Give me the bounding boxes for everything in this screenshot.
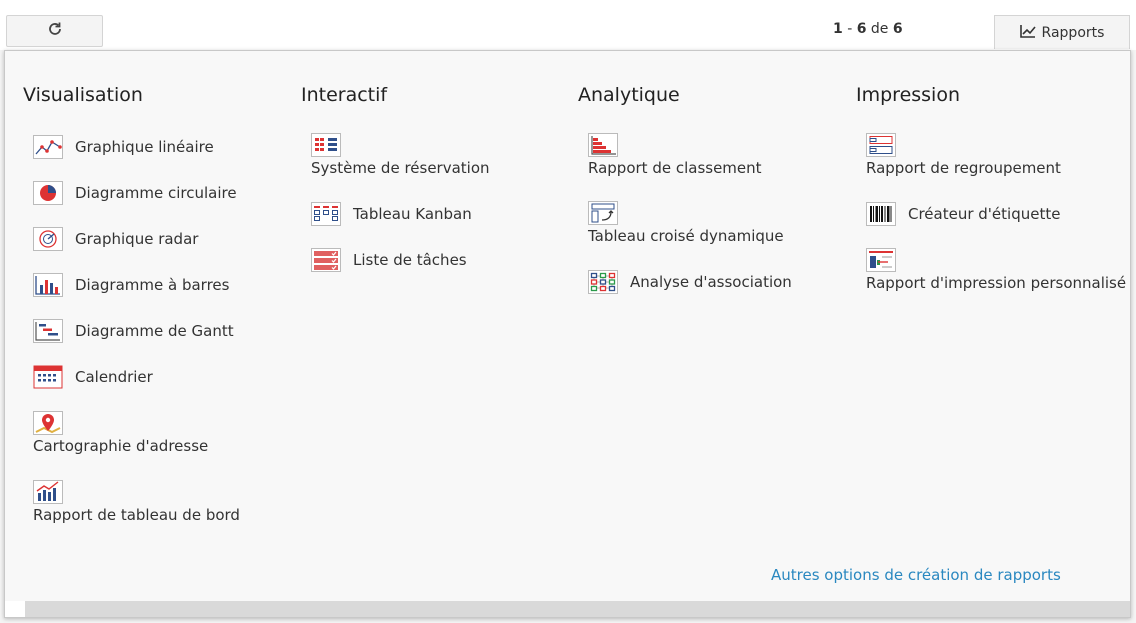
- pager-start: 1: [833, 21, 843, 37]
- menu-item-pie-chart[interactable]: Diagramme circulaire: [33, 181, 237, 205]
- radar-chart-icon: [33, 227, 63, 251]
- calendar-icon: [33, 365, 63, 389]
- menu-item-label: Diagramme circulaire: [75, 184, 237, 202]
- reports-button-label: Rapports: [1041, 24, 1105, 41]
- pager-de: de: [870, 21, 889, 37]
- menu-item-label: Graphique radar: [75, 230, 199, 248]
- menu-item-ranking-report[interactable]: Rapport de classement: [588, 133, 762, 177]
- panel-footer-corner: [5, 601, 25, 617]
- menu-item-line-chart[interactable]: Graphique linéaire: [33, 135, 214, 159]
- menu-item-address-mapping[interactable]: Cartographie d'adresse: [33, 411, 208, 455]
- line-chart-icon: [1019, 24, 1036, 42]
- kanban-icon: [311, 202, 341, 226]
- pivot-table-icon: [588, 201, 618, 225]
- menu-item-custom-print-report[interactable]: Rapport d'impression personnalisé: [866, 248, 1126, 292]
- line-chart-icon: [33, 135, 63, 159]
- menu-item-label: Tableau croisé dynamique: [588, 227, 784, 245]
- map-pin-icon: [33, 411, 63, 435]
- menu-item-label: Graphique linéaire: [75, 138, 214, 156]
- menu-item-label: Diagramme de Gantt: [75, 322, 234, 340]
- menu-item-label: Rapport de classement: [588, 159, 762, 177]
- pie-chart-icon: [33, 181, 63, 205]
- pagination-info: 1 - 6 de 6: [833, 21, 903, 37]
- menu-item-kanban-board[interactable]: Tableau Kanban: [311, 202, 472, 226]
- menu-item-task-list[interactable]: Liste de tâches: [311, 248, 467, 272]
- barcode-icon: [866, 202, 896, 226]
- custom-print-icon: [866, 248, 896, 272]
- visualisation-title: Visualisation: [23, 84, 143, 106]
- menu-item-label: Calendrier: [75, 368, 153, 386]
- refresh-button[interactable]: [6, 15, 103, 47]
- menu-item-pivot-table[interactable]: Tableau croisé dynamique: [588, 201, 784, 245]
- refresh-icon: [47, 21, 63, 41]
- menu-item-label: Diagramme à barres: [75, 276, 230, 294]
- menu-item-label-creator[interactable]: Créateur d'étiquette: [866, 202, 1060, 226]
- menu-item-label: Rapport d'impression personnalisé: [866, 274, 1127, 292]
- grouping-icon: [866, 133, 896, 157]
- interactif-title: Interactif: [301, 84, 388, 106]
- menu-item-label: Créateur d'étiquette: [908, 205, 1061, 223]
- reports-button[interactable]: Rapports: [994, 15, 1130, 49]
- menu-item-reservation-system[interactable]: Système de réservation: [311, 133, 490, 177]
- menu-item-label: Tableau Kanban: [353, 205, 472, 223]
- reservation-icon: [311, 133, 341, 157]
- menu-item-label: Système de réservation: [311, 159, 490, 177]
- ranking-icon: [588, 133, 618, 157]
- pager-total: 6: [892, 21, 903, 37]
- menu-item-label: Rapport de regroupement: [866, 159, 1061, 177]
- toolbar: 1 - 6 de 6 Rapports: [0, 0, 1136, 50]
- menu-item-dashboard-report[interactable]: Rapport de tableau de bord: [33, 480, 240, 524]
- task-list-icon: [311, 248, 341, 272]
- menu-item-radar-chart[interactable]: Graphique radar: [33, 227, 198, 251]
- gantt-chart-icon: [33, 319, 63, 343]
- menu-item-bar-chart[interactable]: Diagramme à barres: [33, 273, 229, 297]
- menu-item-calendar[interactable]: Calendrier: [33, 365, 153, 389]
- menu-item-label: Liste de tâches: [353, 251, 467, 269]
- reports-menu: Visualisation Graphique linéaire Diagram…: [4, 50, 1131, 618]
- dashboard-icon: [33, 480, 63, 504]
- menu-item-label: Rapport de tableau de bord: [33, 506, 240, 524]
- menu-item-association-analysis[interactable]: Analyse d'association: [588, 270, 792, 294]
- menu-item-label: Analyse d'association: [630, 273, 792, 291]
- menu-item-label: Cartographie d'adresse: [33, 437, 209, 455]
- pager-end: 6: [856, 21, 867, 37]
- menu-item-grouping-report[interactable]: Rapport de regroupement: [866, 133, 1061, 177]
- panel-footer-bar: [25, 601, 1130, 617]
- more-report-options-link[interactable]: Autres options de création de rapports: [771, 566, 1061, 584]
- menu-item-gantt-chart[interactable]: Diagramme de Gantt: [33, 319, 234, 343]
- impression-title: Impression: [856, 84, 960, 106]
- pager-sep: -: [847, 21, 853, 37]
- analytique-title: Analytique: [578, 84, 680, 106]
- association-icon: [588, 270, 618, 294]
- bar-chart-icon: [33, 273, 63, 297]
